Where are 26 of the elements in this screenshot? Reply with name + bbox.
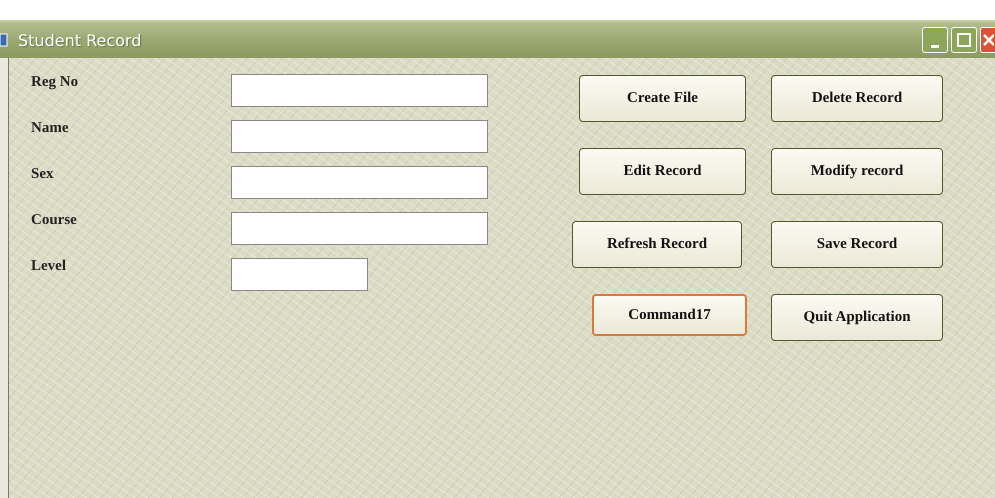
command-button[interactable]: Save Record [771,221,943,268]
command-button[interactable]: Delete Record [771,75,943,122]
input-field[interactable] [231,74,488,107]
command-button[interactable]: Modify record [771,148,943,195]
input-field[interactable] [231,258,368,291]
input-field[interactable] [231,120,488,153]
close-button[interactable] [980,27,995,53]
window-title: Student Record [18,30,142,50]
input-field[interactable] [231,166,488,199]
app-icon [0,33,8,47]
close-icon [982,33,994,47]
field-label: Reg No [31,74,80,91]
command-button[interactable]: Refresh Record [572,221,742,268]
command-button[interactable]: Quit Application [771,294,943,341]
field-label: Name [31,120,70,137]
minimize-button[interactable] [922,27,948,53]
input-field[interactable] [231,212,488,245]
field-label: Level [31,258,67,275]
command-button[interactable]: Create File [579,75,746,122]
command-button[interactable]: Edit Record [579,148,746,195]
command-button[interactable]: Command17 [592,294,747,336]
field-label: Course [31,212,78,229]
maximize-button[interactable] [951,27,977,53]
maximize-icon [957,33,971,47]
field-label: Sex [31,166,54,183]
minimize-icon [931,44,939,48]
